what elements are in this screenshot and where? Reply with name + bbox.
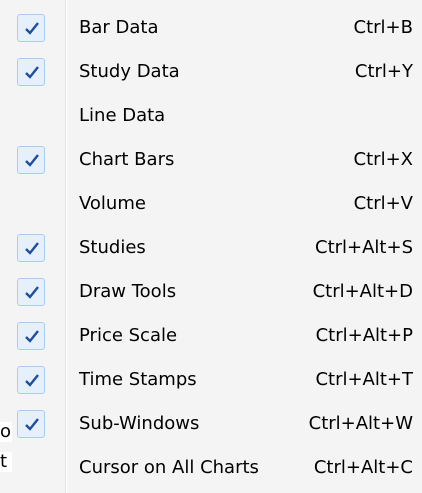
menu-item-label: Volume bbox=[79, 193, 146, 214]
menu-item-time-stamps[interactable]: Time Stamps Ctrl+Alt+T bbox=[0, 362, 422, 402]
menu-item-label: Sub-Windows bbox=[79, 413, 200, 434]
menu-item-label: Cursor on All Charts bbox=[79, 457, 259, 478]
sub-windows-check bbox=[17, 410, 45, 438]
menu-item-cursor-on-all-charts[interactable]: Cursor on All Charts Ctrl+Alt+C bbox=[0, 450, 422, 490]
menu-item-shortcut: Ctrl+Y bbox=[354, 61, 413, 82]
bar-data-check bbox=[17, 14, 45, 42]
background-text-fragment: o bbox=[0, 422, 12, 442]
menu-item-shortcut: Ctrl+Alt+W bbox=[308, 413, 413, 434]
checkmark-icon bbox=[25, 286, 39, 299]
menu-item-bar-data[interactable]: Bar Data Ctrl+B bbox=[0, 10, 422, 50]
menu-item-line-data[interactable]: Line Data bbox=[0, 98, 422, 138]
time-stamps-check bbox=[17, 366, 45, 394]
checkmark-icon bbox=[25, 242, 39, 255]
checkmark-icon bbox=[25, 154, 39, 167]
menu-item-shortcut: Ctrl+V bbox=[353, 193, 413, 214]
menu-item-label: Draw Tools bbox=[79, 281, 177, 302]
menu-item-shortcut: Ctrl+Alt+C bbox=[313, 457, 413, 478]
menu-item-label: Study Data bbox=[79, 61, 180, 82]
checkmark-icon bbox=[25, 66, 39, 79]
menu-item-volume[interactable]: Volume Ctrl+V bbox=[0, 186, 422, 226]
studies-check bbox=[17, 234, 45, 262]
menu-item-shortcut: Ctrl+Alt+S bbox=[315, 237, 413, 258]
draw-tools-check bbox=[17, 278, 45, 306]
menu-item-draw-tools[interactable]: Draw Tools Ctrl+Alt+D bbox=[0, 274, 422, 314]
menu-item-study-data[interactable]: Study Data Ctrl+Y bbox=[0, 54, 422, 94]
background-text-fragment: t bbox=[0, 452, 12, 472]
menu-item-price-scale[interactable]: Price Scale Ctrl+Alt+P bbox=[0, 318, 422, 358]
price-scale-check bbox=[17, 322, 45, 350]
menu-item-shortcut: Ctrl+Alt+D bbox=[312, 281, 413, 302]
menu-item-shortcut: Ctrl+B bbox=[353, 17, 413, 38]
checkmark-icon bbox=[25, 330, 39, 343]
chart-bars-check bbox=[17, 146, 45, 174]
view-menu: Bar Data Ctrl+B Study Data Ctrl+Y Line D… bbox=[0, 0, 422, 493]
menu-item-label: Price Scale bbox=[79, 325, 178, 346]
menu-item-chart-bars[interactable]: Chart Bars Ctrl+X bbox=[0, 142, 422, 182]
checkmark-icon bbox=[25, 418, 39, 431]
menu-item-studies[interactable]: Studies Ctrl+Alt+S bbox=[0, 230, 422, 270]
menu-item-label: Line Data bbox=[79, 105, 166, 126]
menu-item-shortcut: Ctrl+Alt+P bbox=[315, 325, 413, 346]
menu-item-label: Chart Bars bbox=[79, 149, 175, 170]
menu-item-label: Time Stamps bbox=[79, 369, 197, 390]
menu-item-sub-windows[interactable]: Sub-Windows Ctrl+Alt+W bbox=[0, 406, 422, 446]
checkmark-icon bbox=[25, 374, 39, 387]
checkmark-icon bbox=[25, 22, 39, 35]
study-data-check bbox=[17, 58, 45, 86]
menu-item-label: Studies bbox=[79, 237, 146, 258]
menu-item-label: Bar Data bbox=[79, 17, 159, 38]
menu-item-shortcut: Ctrl+Alt+T bbox=[315, 369, 413, 390]
menu-item-shortcut: Ctrl+X bbox=[353, 149, 413, 170]
